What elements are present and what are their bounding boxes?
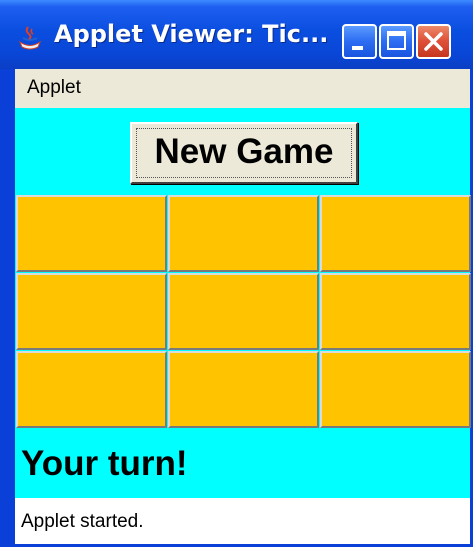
menu-bar: Applet [15, 69, 470, 108]
board-cell-0-0[interactable] [16, 195, 167, 272]
board-cell-0-2[interactable] [320, 195, 471, 272]
minimize-button[interactable] [342, 24, 377, 59]
maximize-icon [387, 31, 406, 50]
window-title: Applet Viewer: Tic... [54, 20, 329, 48]
minimize-icon [352, 46, 363, 50]
close-button[interactable] [416, 24, 451, 59]
board-cell-2-1[interactable] [168, 351, 319, 428]
status-bar: Applet started. [15, 498, 470, 544]
status-text: Applet started. [21, 511, 144, 532]
board-cell-1-2[interactable] [320, 273, 471, 350]
turn-status-label: Your turn! [21, 444, 188, 483]
applet-viewer-window: Applet Viewer: Tic... Applet New Game Yo… [0, 0, 473, 547]
menu-applet[interactable]: Applet [27, 77, 81, 99]
board-cell-2-2[interactable] [320, 351, 471, 428]
tic-tac-toe-board [16, 195, 472, 429]
java-coffee-icon [18, 26, 42, 50]
new-game-button[interactable]: New Game [130, 122, 358, 184]
focus-ring [136, 128, 352, 178]
board-cell-1-0[interactable] [16, 273, 167, 350]
board-cell-1-1[interactable] [168, 273, 319, 350]
board-cell-0-1[interactable] [168, 195, 319, 272]
maximize-button[interactable] [379, 24, 414, 59]
close-icon [424, 32, 443, 51]
board-cell-2-0[interactable] [16, 351, 167, 428]
title-bar[interactable]: Applet Viewer: Tic... [0, 0, 473, 69]
